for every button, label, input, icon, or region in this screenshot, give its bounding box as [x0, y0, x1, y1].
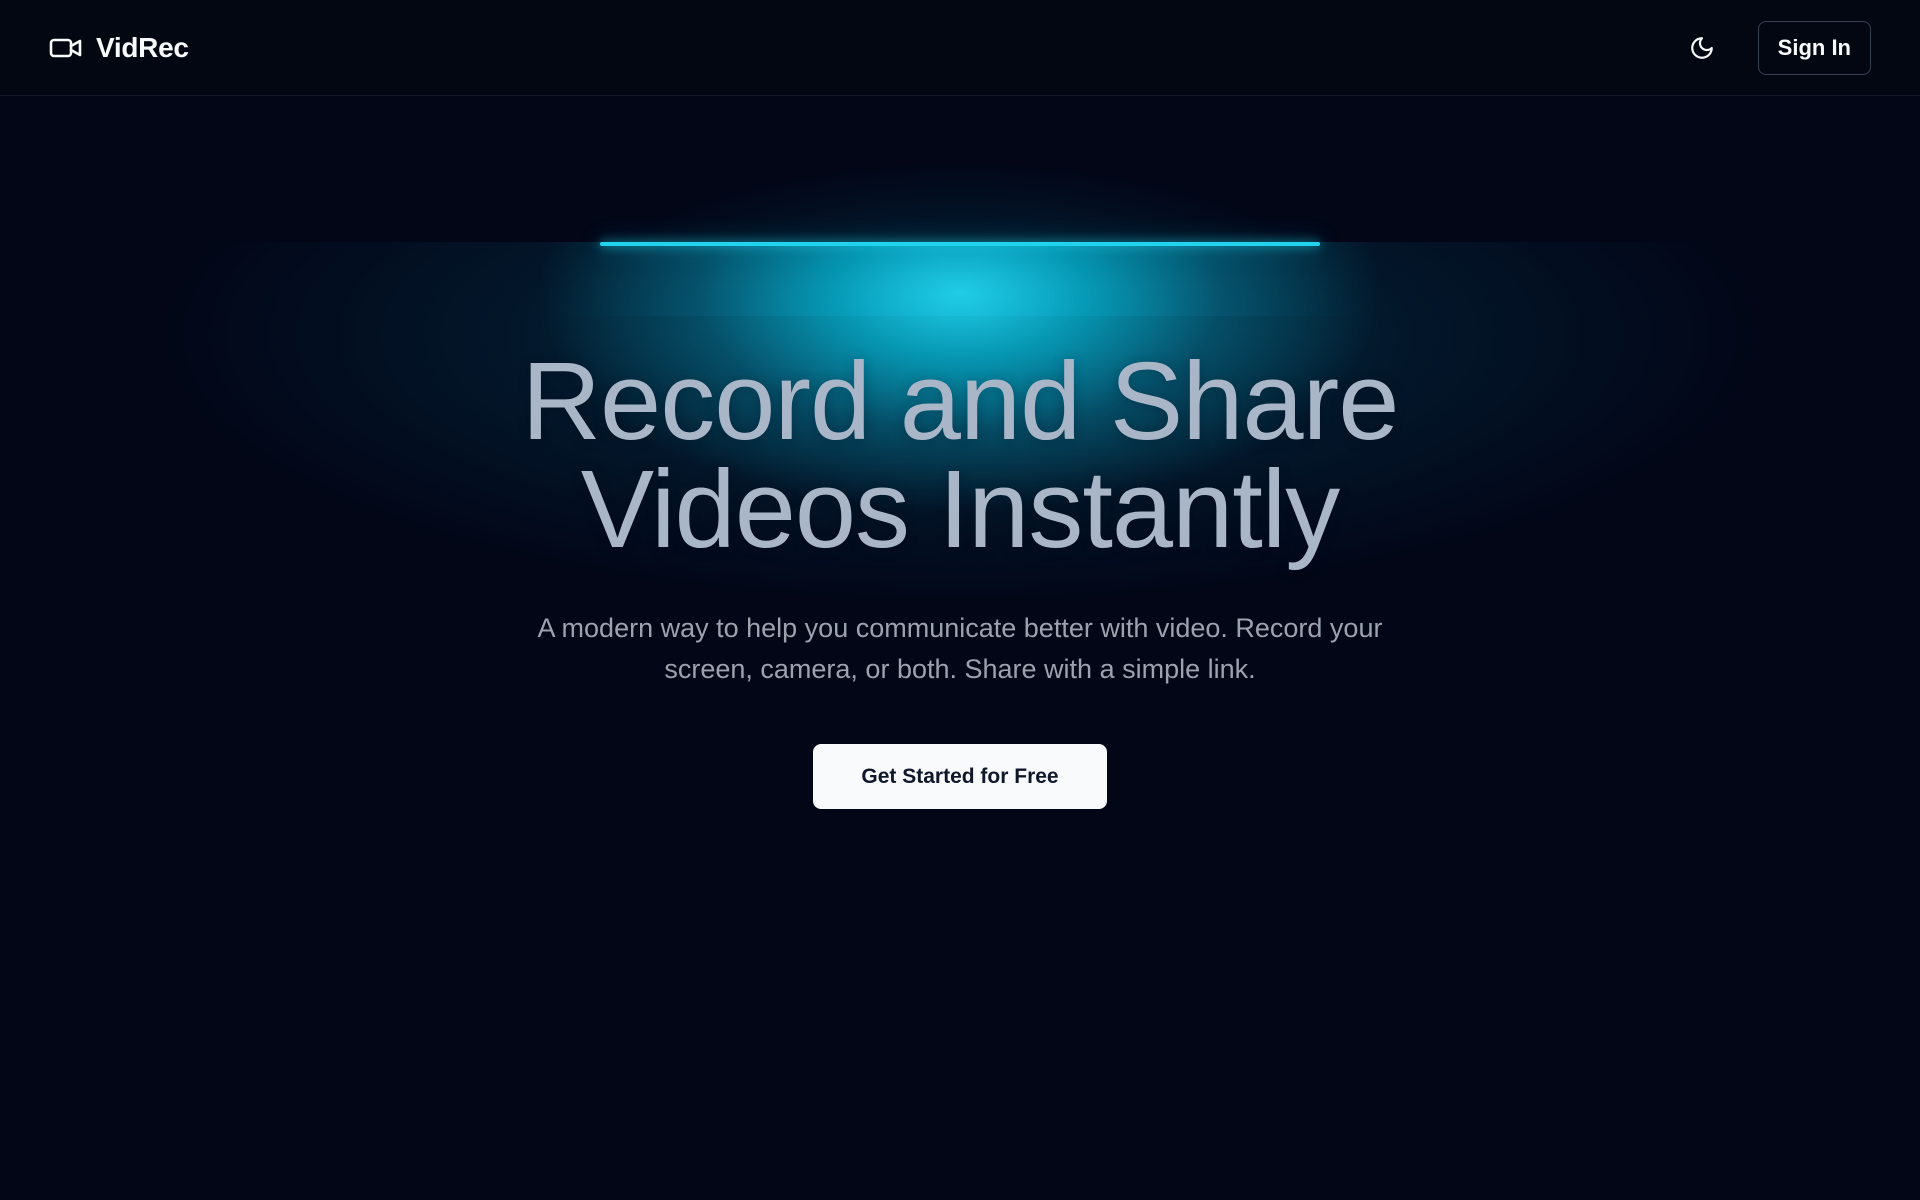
hero-subtitle: A modern way to help you communicate bet… [480, 608, 1440, 690]
moon-icon [1690, 36, 1713, 59]
hero-title-line-2: Videos Instantly [580, 448, 1341, 571]
header-actions: Sign In [1674, 20, 1871, 76]
hero-subtitle-line-1: A modern way to help you communicate bet… [537, 613, 1383, 643]
sign-in-button[interactable]: Sign In [1757, 20, 1871, 75]
get-started-button[interactable]: Get Started for Free [813, 744, 1107, 809]
top-navbar: VidRec Sign In [0, 0, 1920, 96]
brand-name: VidRec [96, 31, 189, 63]
hero-title-line-1: Record and Share [521, 340, 1400, 463]
video-camera-icon [49, 38, 82, 57]
landing-page: VidRec Sign In Record and Share Videos I… [0, 0, 1920, 1200]
hero-section: Record and Share Videos Instantly A mode… [0, 96, 1920, 809]
hero-title: Record and Share Videos Instantly [0, 340, 1920, 571]
brand-logo[interactable]: VidRec [49, 32, 189, 64]
hero-subtitle-line-2: screen, camera, or both. Share with a si… [664, 654, 1256, 684]
theme-toggle-button[interactable] [1674, 20, 1730, 76]
